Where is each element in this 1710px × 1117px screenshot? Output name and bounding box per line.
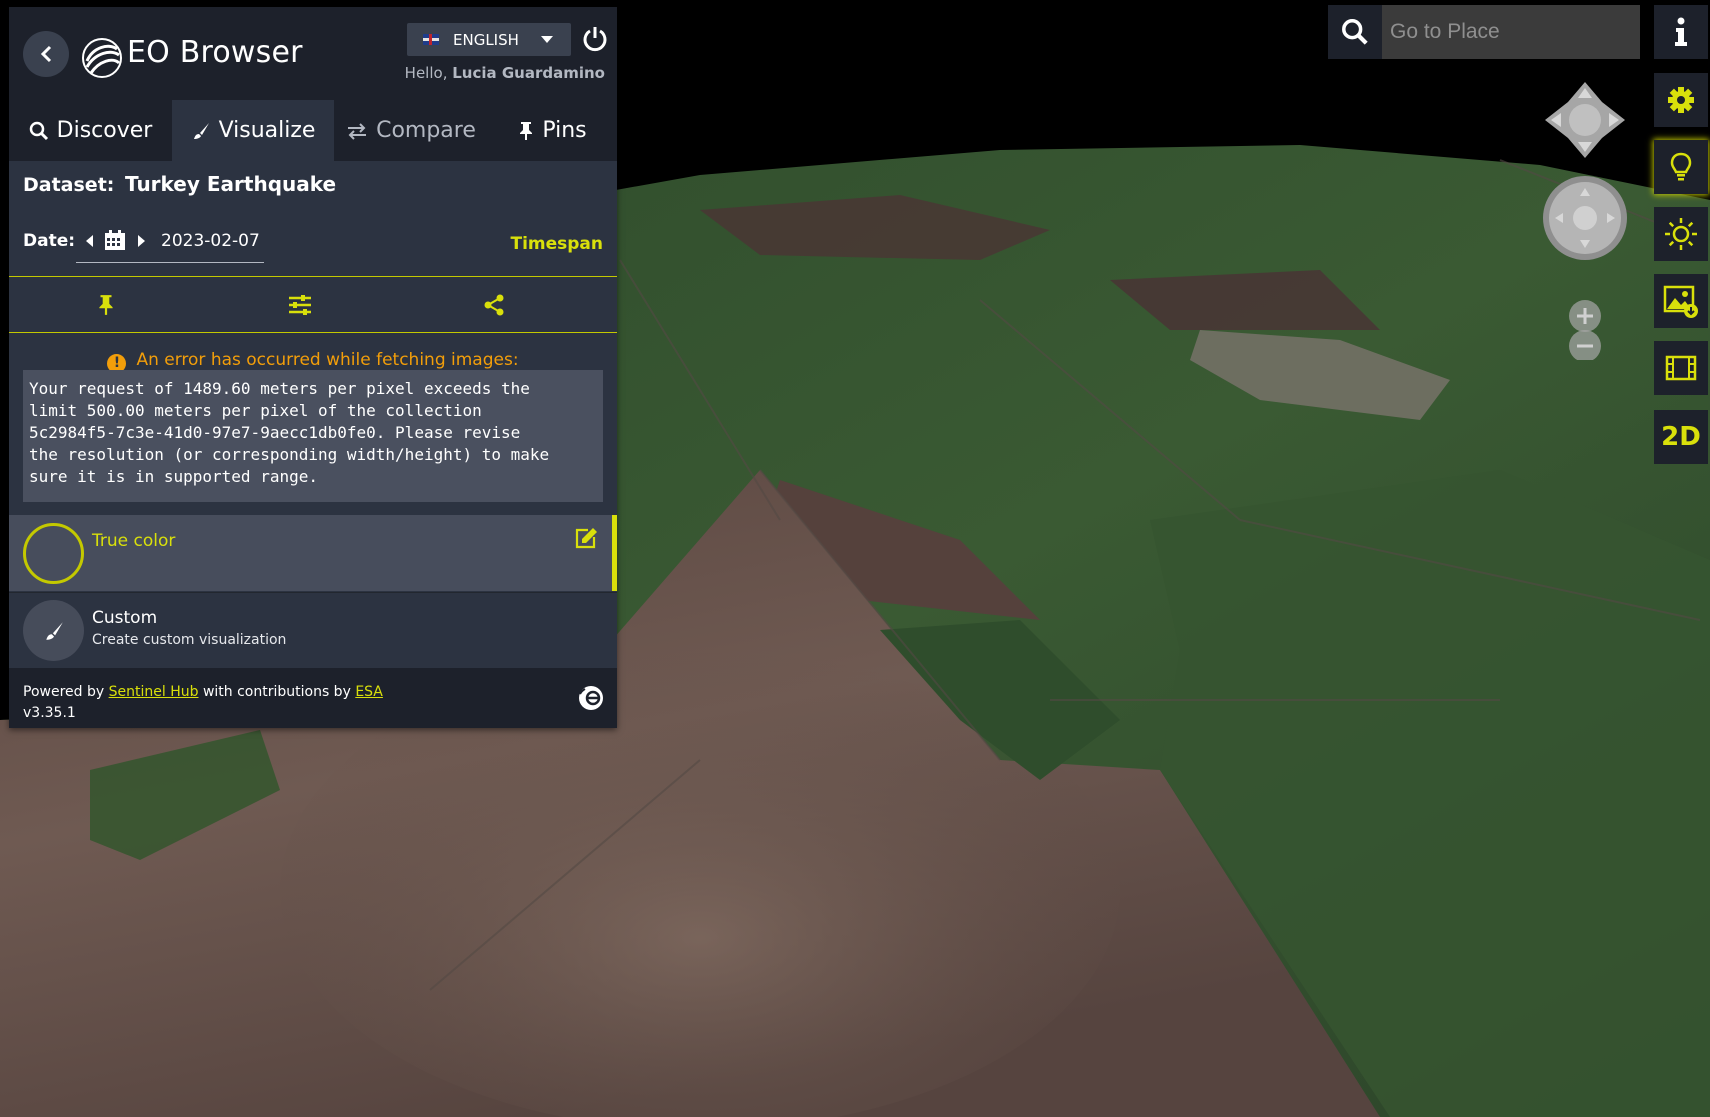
go-to-place-search bbox=[1328, 5, 1640, 59]
zoom-in-button[interactable] bbox=[1569, 300, 1601, 332]
search-button[interactable] bbox=[1328, 5, 1382, 59]
language-dropdown[interactable]: ENGLISH bbox=[407, 23, 571, 56]
next-date-icon[interactable] bbox=[138, 235, 145, 247]
calendar-icon[interactable] bbox=[104, 229, 126, 251]
search-icon bbox=[1342, 19, 1368, 45]
side-panel: EO Browser ENGLISH Hello, Lucia Guardami… bbox=[9, 7, 617, 728]
edit-icon[interactable] bbox=[574, 527, 598, 549]
tab-compare-label: Compare bbox=[376, 118, 476, 143]
lighting-button[interactable] bbox=[1654, 207, 1708, 261]
panel-header: EO Browser ENGLISH Hello, Lucia Guardami… bbox=[9, 7, 617, 100]
timespan-toggle[interactable]: Timespan bbox=[510, 234, 603, 254]
app-title: EO Browser bbox=[127, 35, 303, 70]
greeting-prefix: Hello, bbox=[404, 64, 448, 82]
contributions-text: with contributions by bbox=[202, 684, 351, 700]
panel-footer: Powered by Sentinel Hub with contributio… bbox=[9, 668, 617, 728]
tab-visualize[interactable]: Visualize bbox=[172, 100, 334, 161]
date-picker: 2023-02-07 bbox=[76, 223, 264, 263]
brush-icon bbox=[45, 621, 63, 640]
collapse-panel-button[interactable] bbox=[23, 31, 69, 77]
pin-icon bbox=[99, 294, 113, 315]
search-input[interactable] bbox=[1382, 5, 1640, 59]
pan-control[interactable] bbox=[1545, 82, 1625, 158]
rotate-control[interactable] bbox=[1543, 176, 1627, 260]
tab-pins[interactable]: Pins bbox=[488, 100, 617, 161]
pin-button[interactable] bbox=[9, 277, 203, 332]
main-tabs: Discover Visualize Compare Pins bbox=[9, 100, 617, 161]
eo-browser-logo-icon bbox=[82, 38, 122, 78]
settings-icon bbox=[1668, 87, 1694, 113]
date-value[interactable]: 2023-02-07 bbox=[161, 231, 260, 251]
settings-button[interactable] bbox=[1654, 73, 1708, 127]
credits: Powered by Sentinel Hub with contributio… bbox=[23, 684, 383, 700]
layer-description: Create custom visualization bbox=[92, 632, 287, 648]
dataset-row: Dataset: Turkey Earthquake bbox=[23, 172, 336, 196]
image-download-icon bbox=[1663, 285, 1698, 318]
tab-pins-label: Pins bbox=[542, 118, 587, 143]
tab-compare[interactable]: Compare bbox=[334, 100, 488, 161]
layer-name: Custom bbox=[92, 608, 158, 628]
layer-item-custom[interactable]: Custom Create custom visualization bbox=[9, 592, 617, 668]
dataset-label: Dataset: bbox=[23, 174, 115, 196]
adjust-settings-button[interactable] bbox=[203, 277, 397, 332]
caret-down-icon bbox=[540, 36, 553, 43]
tab-discover[interactable]: Discover bbox=[9, 100, 172, 161]
sentinel-hub-link[interactable]: Sentinel Hub bbox=[109, 684, 199, 700]
language-label: ENGLISH bbox=[453, 30, 519, 49]
info-icon bbox=[1675, 17, 1687, 46]
timelapse-button[interactable] bbox=[1654, 341, 1708, 395]
search-icon bbox=[29, 121, 48, 140]
version-label: v3.35.1 bbox=[23, 705, 76, 721]
pin-icon bbox=[520, 121, 533, 140]
esa-link[interactable]: ESA bbox=[355, 684, 383, 700]
share-icon bbox=[484, 294, 504, 315]
layer-name: True color bbox=[92, 531, 176, 551]
layer-action-bar bbox=[9, 276, 617, 333]
powered-by-text: Powered by bbox=[23, 684, 105, 700]
share-button[interactable] bbox=[397, 277, 591, 332]
error-message: Your request of 1489.60 meters per pixel… bbox=[23, 370, 603, 502]
toggle-2d-button[interactable]: 2D bbox=[1654, 410, 1708, 464]
user-name: Lucia Guardamino bbox=[452, 64, 605, 82]
error-title-text: An error has occurred while fetching ima… bbox=[136, 350, 519, 370]
tab-discover-label: Discover bbox=[56, 118, 153, 143]
date-label: Date: bbox=[23, 231, 76, 251]
sliders-icon bbox=[289, 294, 311, 315]
date-row: Date: 2023-02-07 Timespan bbox=[23, 223, 603, 263]
uk-flag-icon bbox=[423, 34, 439, 45]
dataset-value: Turkey Earthquake bbox=[125, 172, 337, 196]
layer-thumbnail bbox=[23, 523, 84, 584]
previous-date-icon[interactable] bbox=[86, 235, 93, 247]
info-button[interactable] bbox=[1654, 5, 1708, 59]
esa-logo-icon[interactable] bbox=[577, 684, 605, 712]
logout-power-icon[interactable] bbox=[581, 25, 609, 53]
tips-button[interactable] bbox=[1654, 140, 1708, 194]
lightbulb-icon bbox=[1670, 152, 1692, 181]
user-greeting: Hello, Lucia Guardamino bbox=[405, 64, 605, 82]
film-icon bbox=[1665, 355, 1697, 381]
compare-arrows-icon bbox=[348, 122, 367, 140]
zoom-out-button[interactable] bbox=[1569, 330, 1601, 360]
image-download-button[interactable] bbox=[1654, 274, 1708, 328]
3d-navigation-controls bbox=[1543, 82, 1627, 360]
sun-icon bbox=[1665, 218, 1697, 250]
tab-visualize-label: Visualize bbox=[218, 118, 316, 143]
layer-thumbnail bbox=[23, 600, 84, 661]
chevron-left-icon bbox=[40, 45, 52, 63]
brush-icon bbox=[193, 122, 209, 139]
layer-item-true-color[interactable]: True color bbox=[9, 515, 617, 591]
